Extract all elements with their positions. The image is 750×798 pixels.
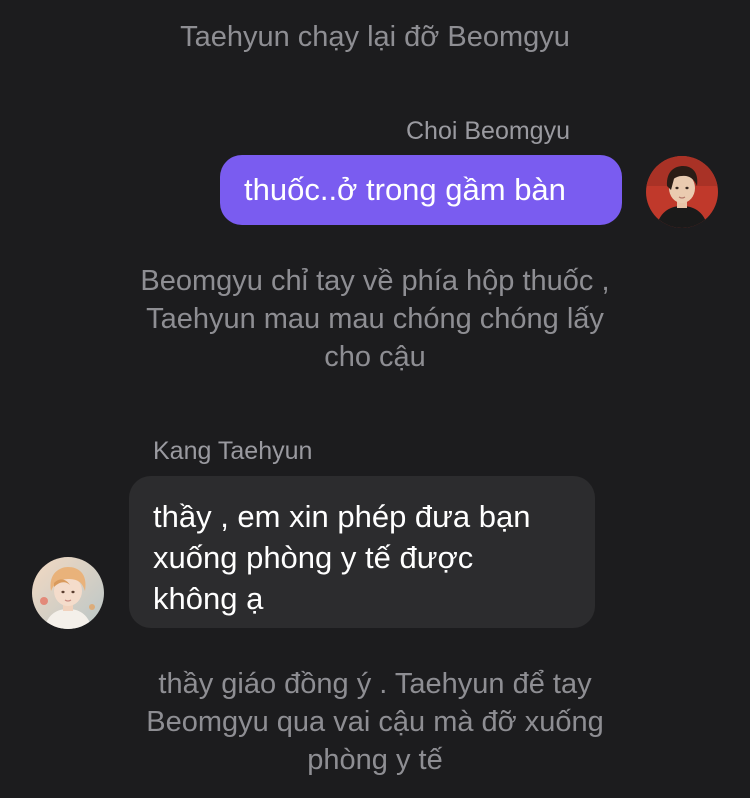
sender-name-taehyun: Kang Taehyun [153,437,313,465]
narration-text: Taehyun chạy lại đỡ Beomgyu [180,21,570,53]
avatar-taehyun-icon[interactable] [32,557,104,629]
avatar-beomgyu-icon[interactable] [646,156,718,228]
narration-text: Beomgyu chỉ tay về phía hộp thuốc , Taeh… [140,265,610,373]
narration-text: thầy giáo đồng ý . Taehyun để tay Beomgy… [146,668,604,776]
incoming-message-bubble[interactable]: thầy , em xin phép đưa bạn xuống phòng y… [129,476,595,628]
sender-name-beomgyu: Choi Beomgyu [406,117,570,145]
outgoing-message-bubble[interactable]: thuốc..ở trong gầm bàn [220,155,622,225]
